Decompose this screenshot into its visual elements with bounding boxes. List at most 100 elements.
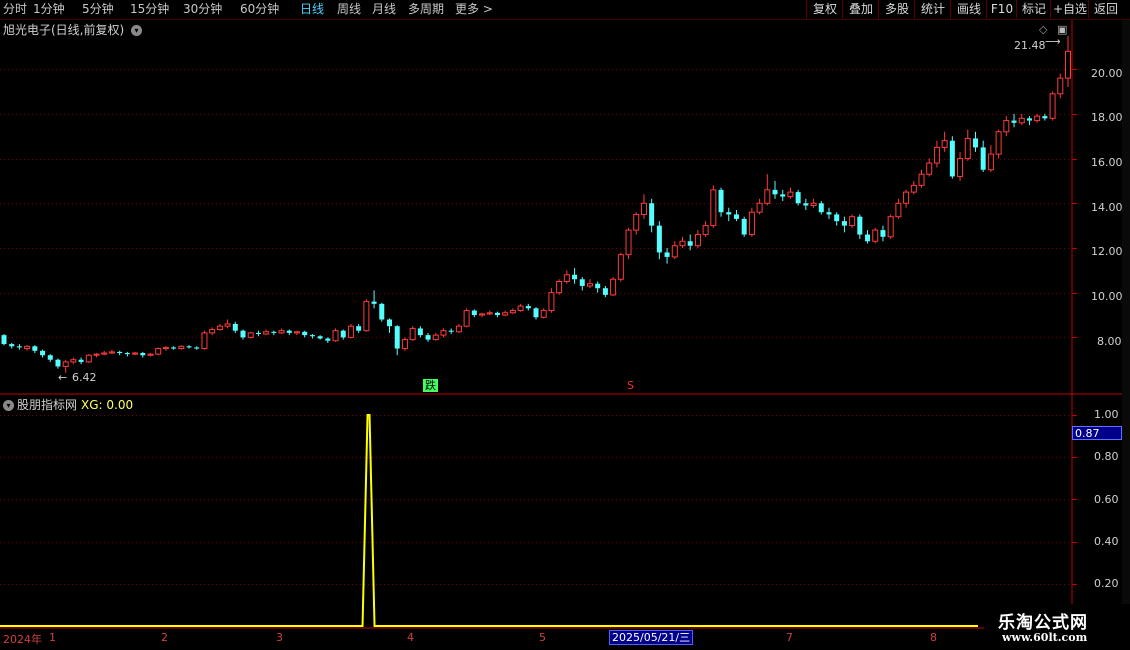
candle-body [209,329,216,334]
candle [810,198,817,208]
candle [602,285,608,298]
candle-body [933,146,940,164]
candle-body [132,352,139,355]
date-month-label: 3 [276,631,283,644]
candle [417,326,423,338]
candle [471,309,477,318]
stock-title: 旭光电子(日线,前复权) ▾ [3,21,143,38]
candle-body [47,355,53,360]
candle-body [671,245,678,258]
date-year-label: 2024年 [3,633,42,646]
selected-date-label: 2025/05/21/三 [609,630,694,645]
stock-title-text: 旭光电子(日线,前复权) [3,23,125,37]
indicator-tick: 0.20 [1094,577,1119,590]
candle-body [640,202,647,215]
candle [726,207,732,222]
candle-body [417,328,423,336]
candle-body [649,203,655,226]
candle-body [579,279,585,286]
chevron-down-icon[interactable]: ▾ [3,400,14,411]
candle [533,307,539,320]
candle [394,325,400,356]
candle [640,194,647,219]
candle [964,129,971,161]
candle [317,335,323,340]
candle-body [255,332,261,335]
candle-body [849,216,856,227]
candle-body [710,189,717,227]
candle [1049,91,1056,121]
candle [933,140,940,168]
candle-body [101,352,108,355]
candle-body [748,211,755,236]
candle [286,329,292,336]
candle-body [602,288,608,295]
candle-body [987,153,994,171]
candle-body [240,330,246,338]
candle [563,270,570,284]
candle [586,279,593,289]
candle [32,345,38,354]
candle-body [85,354,92,363]
candle-body [702,225,709,236]
candle-body [1018,117,1025,124]
candle [271,330,277,336]
candle-body [834,214,840,222]
candle-body [540,310,547,318]
candle [108,349,115,355]
candle-body [941,140,948,148]
candle [679,236,686,248]
candle-body [440,330,447,336]
candle [502,310,509,317]
candle [548,288,555,313]
candle [1011,113,1017,128]
candle [787,187,794,199]
candle-body [826,212,832,215]
candle [926,158,933,177]
candle [579,277,585,291]
candle [356,323,362,333]
candle [995,129,1002,159]
candle-body [479,313,486,316]
candle [741,216,747,237]
candle [910,180,917,195]
candle-body [903,191,910,204]
candle [325,337,331,343]
candle [1,334,7,346]
candle-body [201,332,208,350]
candle-body [780,194,786,197]
candle [387,318,393,333]
candle-body [494,312,500,316]
candle-body [162,346,169,350]
watermark-url: www.60lt.com [1002,631,1088,644]
candle [865,230,871,244]
candle-body [687,241,693,246]
indicator-cursor-value: 0.87 [1072,426,1122,440]
candle [263,329,270,336]
candle [101,350,108,356]
candle [849,214,856,228]
candle [201,330,208,350]
candle [448,328,454,335]
side-info-strip[interactable] [1122,20,1130,620]
candle [278,328,285,335]
candle-body [178,345,185,350]
candle [803,198,809,210]
candle [764,174,771,206]
kline-chart-canvas[interactable] [0,0,1130,650]
candle-body [309,335,315,337]
candle-body [633,213,640,231]
candle-body [787,191,794,198]
candle [718,187,724,217]
candle [617,252,624,282]
candle [834,212,840,226]
candle [857,214,863,240]
candle-body [517,305,524,312]
candle-body [595,283,601,289]
candle [525,303,531,311]
candle-body [186,346,192,348]
indicator-title: ▾ 股朋指标网 XG: 0.00 [3,396,133,413]
date-month-label: 4 [407,631,414,644]
candle-body [617,254,624,280]
chevron-down-icon[interactable]: ▾ [131,25,143,36]
